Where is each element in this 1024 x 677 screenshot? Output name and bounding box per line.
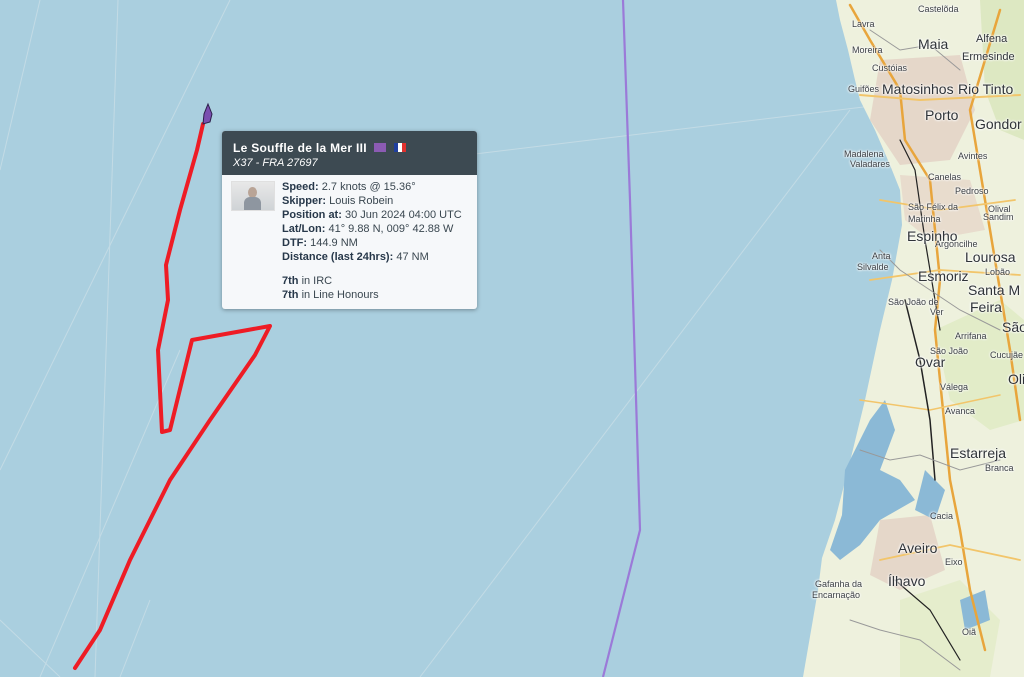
place-label-ovar: Ovar: [915, 354, 946, 370]
place-label-ermesinde: Ermesinde: [962, 51, 1015, 63]
place-label-estarreja: Estarreja: [950, 445, 1007, 461]
place-label-cucujaes: Cucujãe: [990, 350, 1024, 360]
place-label-oli: Oli: [1008, 371, 1024, 387]
boat-info-popup[interactable]: Le Souffle de la Mer III X37 - FRA 27697…: [222, 131, 477, 309]
place-label-cacia: Cacia: [930, 511, 954, 521]
place-label-marinha: Marinha: [908, 214, 941, 224]
place-label-sandim: Sandim: [983, 212, 1014, 222]
place-label-arrifana: Arrifana: [955, 331, 987, 341]
place-label-avanca: Avanca: [945, 406, 975, 416]
rank-line-honours-row: 7th in Line Honours: [282, 289, 379, 301]
distance-row: Distance (last 24hrs): 47 NM: [282, 251, 429, 263]
place-label-porto: Porto: [925, 107, 959, 123]
place-label-gafanha: Gafanha da: [815, 579, 863, 589]
place-label-moreira: Moreira: [852, 45, 883, 55]
place-label-guifoes: Guifões: [848, 84, 880, 94]
place-label-esmoriz: Esmoriz: [918, 268, 969, 284]
place-label-lourosa: Lourosa: [965, 249, 1016, 265]
place-label-custoias: Custóias: [872, 63, 908, 73]
place-label-eixo: Eixo: [945, 557, 963, 567]
place-label-valega: Válega: [940, 382, 969, 392]
place-label-anta: Anta: [872, 251, 891, 261]
place-label-argoncilhe: Argoncilhe: [935, 239, 978, 249]
place-label-feira: Feira: [970, 299, 1002, 315]
place-label-alfena: Alfena: [976, 33, 1008, 45]
popup-body: Speed: 2.7 knots @ 15.36° Skipper: Louis…: [222, 175, 477, 309]
place-label-encarnacao: Encarnação: [812, 590, 861, 600]
place-label-maia: Maia: [918, 36, 949, 52]
place-label-sao-joao-ver: São João de: [888, 297, 939, 307]
latlon-row: Lat/Lon: 41° 9.88 N, 009° 42.88 W: [282, 223, 454, 235]
place-label-ver: Ver: [930, 307, 944, 317]
place-label-aveiro: Aveiro: [898, 540, 938, 556]
place-label-lobao: Lobão: [985, 267, 1011, 277]
skipper-row: Skipper: Louis Robein: [282, 195, 394, 207]
place-label-branca: Branca: [985, 463, 1014, 473]
dtf-row: DTF: 144.9 NM: [282, 237, 358, 249]
place-label-ilhavo: Ílhavo: [888, 573, 926, 589]
place-label-lavra: Lavra: [852, 19, 875, 29]
france-flag-icon: [393, 143, 406, 153]
rank-irc-row: 7th in IRC: [282, 275, 333, 287]
place-label-avintes: Avintes: [958, 151, 988, 161]
place-label-valadares: Valadares: [850, 159, 890, 169]
place-label-madalena: Madalena: [844, 149, 884, 159]
place-label-sao-felix: São Félix da: [908, 202, 959, 212]
map-canvas[interactable]: [0, 0, 1024, 677]
place-label-santa-maria: Santa M: [968, 282, 1021, 298]
boat-class: X37 - FRA 27697: [222, 157, 477, 175]
skipper-photo: [231, 181, 275, 211]
place-label-gondomar: Gondor: [975, 116, 1022, 132]
place-label-matosinhos: Matosinhos: [882, 81, 954, 97]
class-flag-icon: [374, 143, 387, 153]
position-row: Position at: 30 Jun 2024 04:00 UTC: [282, 209, 462, 221]
place-label-sao: São: [1002, 319, 1024, 335]
place-label-rio-tinto: Rio Tinto: [958, 81, 1014, 97]
place-label-canelas: Canelas: [928, 172, 962, 182]
place-label-pedroso: Pedroso: [955, 186, 989, 196]
speed-row: Speed: 2.7 knots @ 15.36°: [282, 181, 416, 193]
place-label-silvalde: Silvalde: [857, 262, 889, 272]
place-label-oia: Oiã: [962, 627, 977, 637]
boat-name: Le Souffle de la Mer III: [233, 140, 367, 155]
place-label-castelo-da: Castelõda: [918, 4, 959, 14]
